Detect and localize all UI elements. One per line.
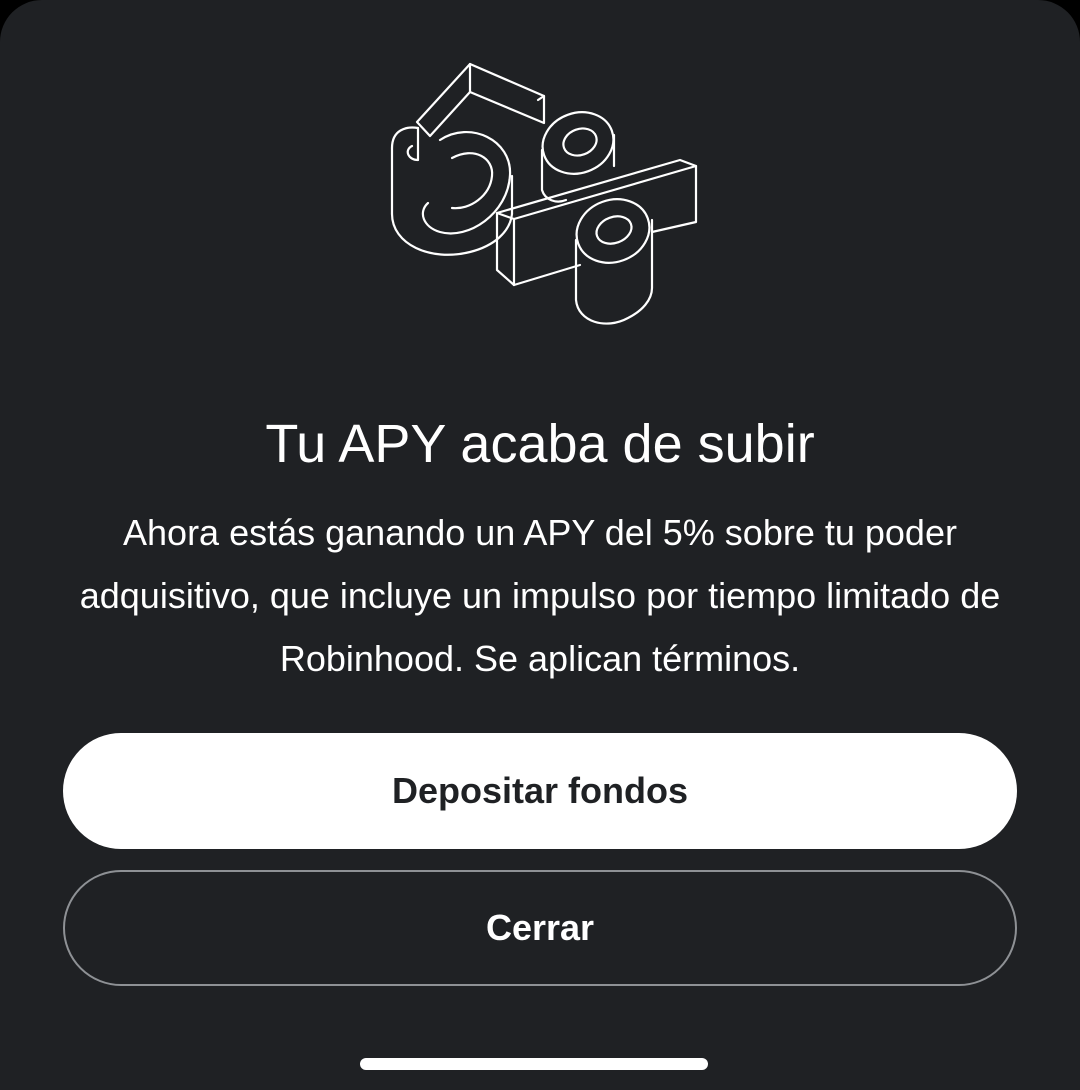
five-percent-illustration xyxy=(370,50,720,340)
bottom-sheet-modal: Tu APY acaba de subir Ahora estás ganand… xyxy=(0,0,1080,1090)
modal-description: Ahora estás ganando un APY del 5% sobre … xyxy=(79,512,1001,679)
close-button[interactable]: Cerrar xyxy=(63,870,1017,986)
deposit-funds-button[interactable]: Depositar fondos xyxy=(63,733,1017,849)
home-indicator[interactable] xyxy=(360,1058,708,1070)
modal-title: Tu APY acaba de subir xyxy=(265,414,815,474)
